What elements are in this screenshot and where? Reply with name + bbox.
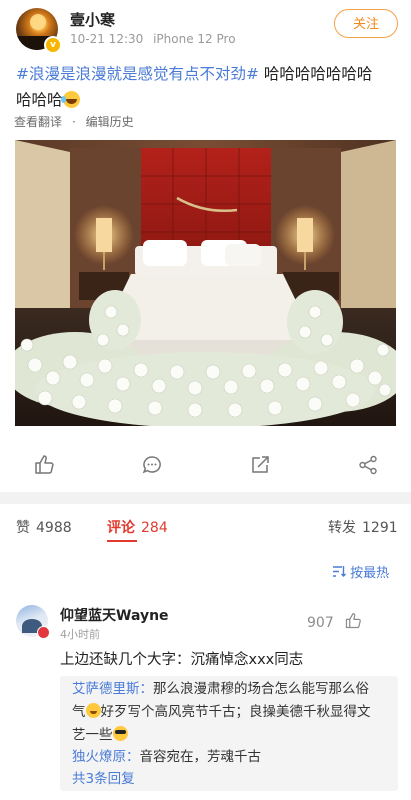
active-tab-indicator xyxy=(107,540,137,542)
post-device: iPhone 12 Pro xyxy=(153,32,236,46)
section-divider xyxy=(0,492,411,504)
sort-label: 按最热 xyxy=(350,566,390,581)
verified-badge-icon: v xyxy=(44,36,62,54)
reply-author[interactable]: 独火燎原： xyxy=(72,749,140,765)
comment-like-button[interactable]: 907 xyxy=(307,612,362,634)
thumbs-up-icon xyxy=(344,612,362,634)
edit-history-link[interactable]: 编辑历史 xyxy=(86,115,134,129)
reply-text: 那么浪漫肃穆的场合怎么能写那么俗 xyxy=(153,681,369,697)
share-icon[interactable] xyxy=(249,454,271,476)
reposts-count: 1291 xyxy=(362,520,398,536)
post-action-bar xyxy=(0,440,411,492)
comment-text: 上边还缺几个大字：沉痛悼念xxx同志 xyxy=(60,652,304,668)
reply-item: 独火燎原：音容宛在，芳魂千古 xyxy=(72,746,390,768)
sunglasses-emoji-icon xyxy=(112,726,128,741)
reply-author[interactable]: 艾萨德里斯： xyxy=(72,681,153,697)
more-replies-link[interactable]: 共3条回复 xyxy=(72,768,390,790)
reply-item-cont: 气好歹写个高风亮节千古；良操美德千秋显得文 xyxy=(72,701,390,723)
smile-emoji-icon xyxy=(85,703,101,718)
sort-icon xyxy=(332,565,346,582)
comments-count: 284 xyxy=(141,520,168,536)
laughing-tears-emoji-icon xyxy=(60,91,80,108)
post-text-rest: 哈哈哈哈哈哈哈 xyxy=(258,65,373,83)
post-image[interactable] xyxy=(15,140,396,426)
comment-time: 4小时前 xyxy=(60,628,100,641)
reply-text: 好歹写个高风亮节千古；良操美德千秋显得文 xyxy=(100,704,371,720)
reply-text: 音容宛在，芳魂千古 xyxy=(139,749,262,765)
tab-comments[interactable]: 评论 284 xyxy=(107,517,168,537)
post-meta: 10-21 12:30 iPhone 12 Pro xyxy=(70,32,236,46)
post-text: #浪漫是浪漫就是感觉有点不对劲# 哈哈哈哈哈哈哈 哈哈哈 xyxy=(16,61,400,113)
like-icon[interactable] xyxy=(33,454,55,476)
hashtag-link[interactable]: #浪漫是浪漫就是感觉有点不对劲# xyxy=(16,65,259,83)
reply-text: 气 xyxy=(72,704,86,720)
follow-button[interactable]: 关注 xyxy=(334,9,398,38)
reply-item-cont: 艺一些 xyxy=(72,724,390,746)
reply-text: 艺一些 xyxy=(72,727,113,743)
post-tools: 查看翻译 · 编辑历史 xyxy=(14,115,134,129)
comment-like-count: 907 xyxy=(307,615,334,631)
sort-button[interactable]: 按最热 xyxy=(332,562,389,582)
reposts-label: 转发 xyxy=(328,520,356,536)
more-share-icon[interactable] xyxy=(357,454,379,476)
member-badge-icon xyxy=(37,626,50,639)
reply-box[interactable]: 艾萨德里斯：那么浪漫肃穆的场合怎么能写那么俗 气好歹写个高风亮节千古；良操美德千… xyxy=(60,676,398,791)
author-name[interactable]: 壹小寒 xyxy=(70,9,115,30)
translate-link[interactable]: 查看翻译 xyxy=(14,115,62,129)
reply-item: 艾萨德里斯：那么浪漫肃穆的场合怎么能写那么俗 xyxy=(72,678,390,700)
commenter-name[interactable]: 仰望蓝天Wayne xyxy=(60,605,169,625)
tab-likes[interactable]: 赞 4988 xyxy=(16,517,72,537)
post-text-line2: 哈哈哈 xyxy=(16,91,63,109)
comments-label: 评论 xyxy=(107,520,135,536)
comment-icon[interactable] xyxy=(141,454,163,476)
post-date: 10-21 12:30 xyxy=(70,32,144,46)
tab-reposts[interactable]: 转发 1291 xyxy=(328,517,398,537)
likes-label: 赞 xyxy=(16,520,30,536)
likes-count: 4988 xyxy=(36,520,72,536)
